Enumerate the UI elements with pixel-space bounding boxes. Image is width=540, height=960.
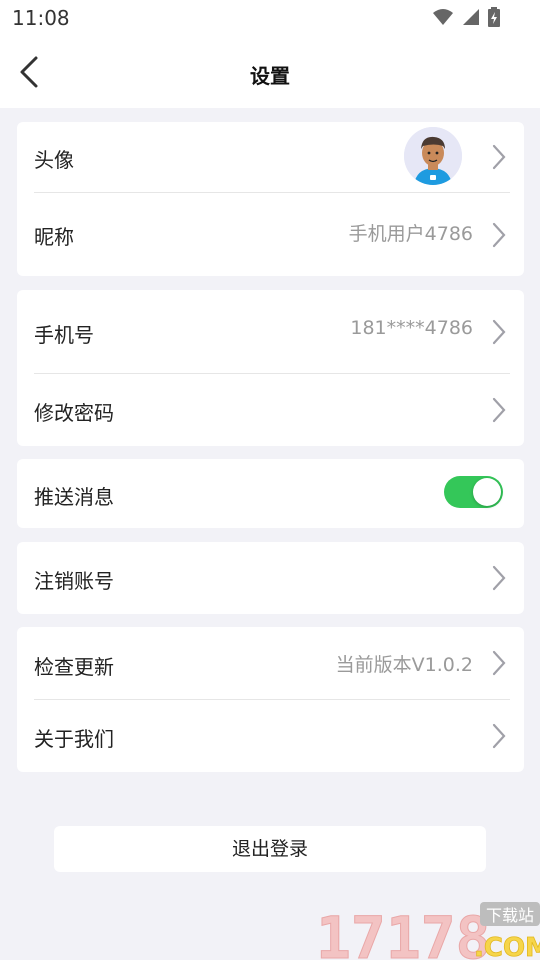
signal-icon (463, 9, 479, 25)
avatar-label: 头像 (34, 148, 74, 172)
push-card: 推送消息 (17, 459, 524, 528)
toggle-knob (473, 478, 501, 506)
chevron-right-icon (492, 397, 506, 423)
chevron-right-icon (492, 319, 506, 345)
about-us-row[interactable]: 关于我们 (17, 700, 524, 772)
version-value: 当前版本V1.0.2 (335, 654, 473, 676)
check-update-row[interactable]: 检查更新 当前版本V1.0.2 (17, 627, 524, 699)
nav-bar: 设置 (0, 36, 540, 108)
profile-card: 头像 昵称 手机用户4786 (17, 122, 524, 276)
nickname-row[interactable]: 昵称 手机用户4786 (17, 193, 524, 276)
push-toggle[interactable] (444, 476, 503, 508)
logout-button[interactable]: 退出登录 (54, 826, 486, 872)
cancel-account-card: 注销账号 (17, 542, 524, 614)
page-title: 设置 (250, 64, 290, 88)
about-us-label: 关于我们 (34, 727, 114, 751)
avatar-image (404, 127, 462, 185)
phone-row[interactable]: 手机号 181****4786 (17, 290, 524, 373)
phone-value: 181****4786 (350, 317, 473, 339)
about-card: 检查更新 当前版本V1.0.2 关于我们 (17, 627, 524, 772)
wifi-icon (433, 9, 453, 25)
status-bar: 11:08 (0, 0, 540, 36)
cancel-account-label: 注销账号 (34, 569, 114, 593)
avatar-row[interactable]: 头像 (17, 122, 524, 192)
avatar[interactable] (404, 127, 462, 185)
phone-label: 手机号 (34, 323, 94, 347)
change-password-row[interactable]: 修改密码 (17, 374, 524, 446)
status-time: 11:08 (12, 6, 70, 30)
nickname-label: 昵称 (34, 225, 74, 249)
push-row: 推送消息 (17, 459, 524, 528)
status-icons (432, 7, 500, 27)
watermark-tag: 下载站 (486, 906, 534, 925)
account-card: 手机号 181****4786 修改密码 (17, 290, 524, 446)
watermark-domain: .COM (474, 933, 540, 960)
chevron-right-icon (492, 222, 506, 248)
check-update-label: 检查更新 (34, 655, 114, 679)
nickname-value: 手机用户4786 (348, 223, 473, 245)
watermark-logo: 17178 下载站 .COM (316, 902, 540, 960)
chevron-right-icon (492, 565, 506, 591)
change-password-label: 修改密码 (34, 401, 114, 425)
chevron-right-icon (492, 723, 506, 749)
battery-icon (488, 7, 500, 27)
watermark-number: 17178 (316, 904, 491, 960)
cancel-account-row[interactable]: 注销账号 (17, 542, 524, 614)
push-label: 推送消息 (34, 485, 114, 509)
chevron-right-icon (492, 144, 506, 170)
chevron-right-icon (492, 650, 506, 676)
